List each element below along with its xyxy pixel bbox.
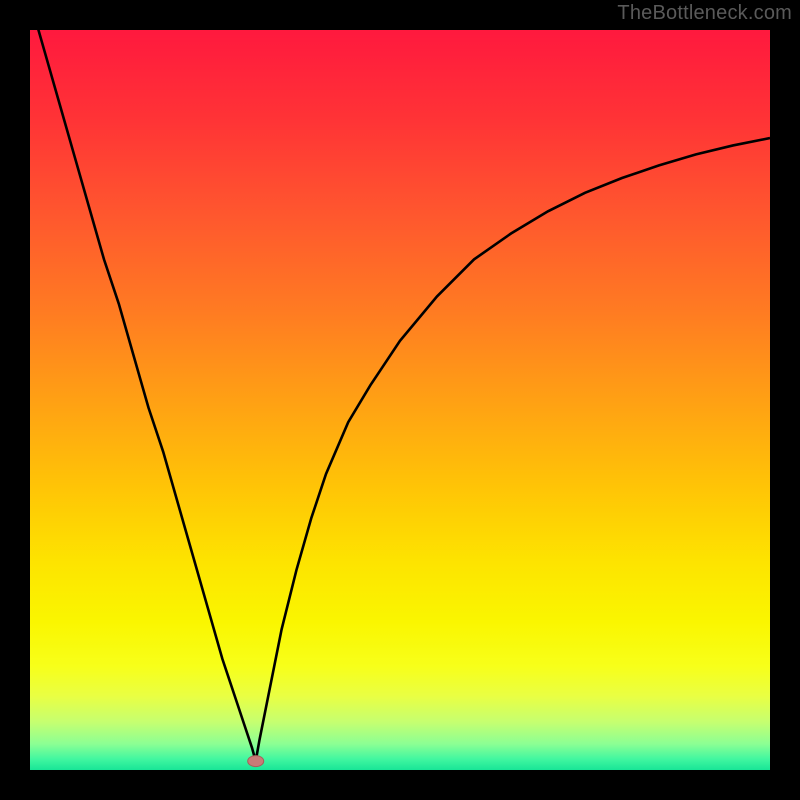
- chart-frame: TheBottleneck.com: [0, 0, 800, 800]
- plot-area: [30, 30, 770, 770]
- gradient-background: [30, 30, 770, 770]
- optimal-point-marker: [248, 756, 264, 767]
- watermark-text: TheBottleneck.com: [617, 2, 792, 25]
- plot-svg: [30, 30, 770, 770]
